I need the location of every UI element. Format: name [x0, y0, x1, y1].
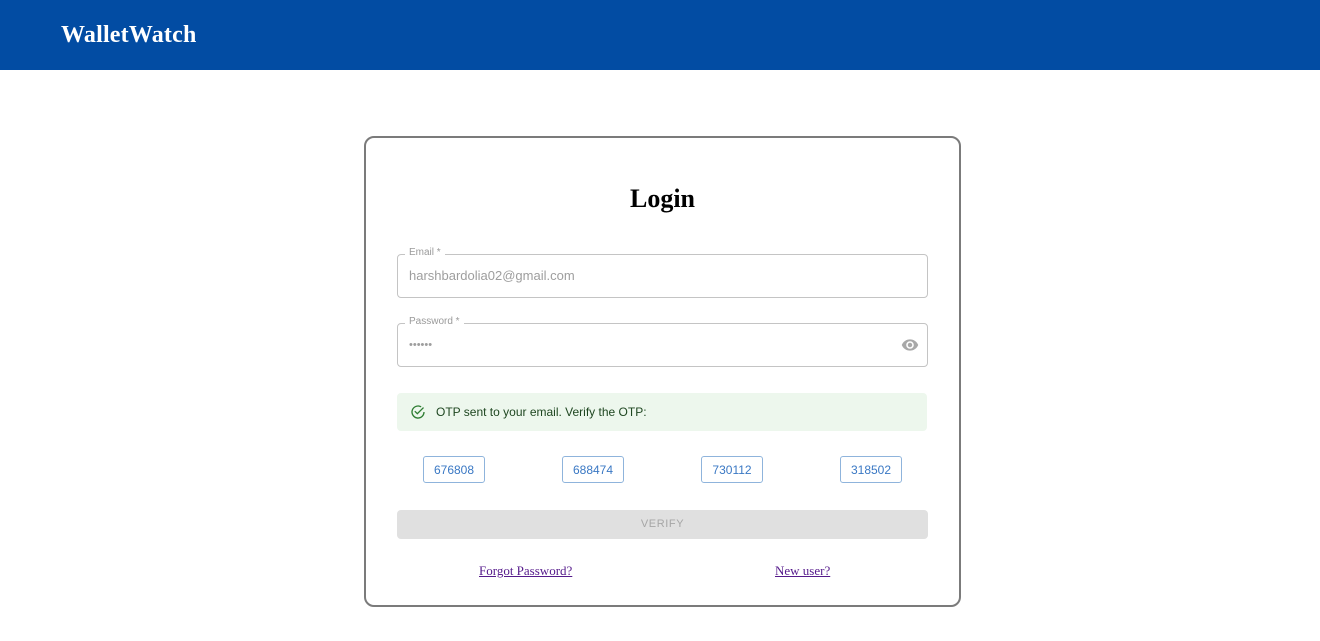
- page-title: Login: [629, 184, 696, 213]
- new-user-link[interactable]: New user?: [775, 563, 830, 579]
- email-value[interactable]: harshbardolia02@gmail.com: [409, 268, 575, 284]
- otp-option-4[interactable]: 318502: [840, 456, 902, 483]
- check-circle-icon: [410, 404, 426, 420]
- email-label: Email *: [405, 247, 445, 259]
- password-value[interactable]: ••••••: [409, 337, 432, 353]
- otp-option-2[interactable]: 688474: [562, 456, 624, 483]
- top-app-bar: WalletWatch: [0, 0, 1320, 70]
- otp-option-3[interactable]: 730112: [701, 456, 763, 483]
- forgot-password-link[interactable]: Forgot Password?: [479, 563, 572, 579]
- email-field[interactable]: Email * harshbardolia02@gmail.com: [397, 247, 928, 298]
- login-card: Login Email * harshbardolia02@gmail.com …: [364, 136, 961, 607]
- password-label: Password *: [405, 316, 464, 328]
- alert-message: OTP sent to your email. Verify the OTP:: [436, 405, 647, 419]
- otp-success-alert: OTP sent to your email. Verify the OTP:: [397, 393, 927, 431]
- verify-button[interactable]: VERIFY: [397, 510, 928, 539]
- password-field[interactable]: Password * ••••••: [397, 316, 928, 367]
- eye-icon[interactable]: [901, 336, 919, 354]
- otp-option-1[interactable]: 676808: [423, 456, 485, 483]
- brand-logo-text[interactable]: WalletWatch: [61, 19, 197, 51]
